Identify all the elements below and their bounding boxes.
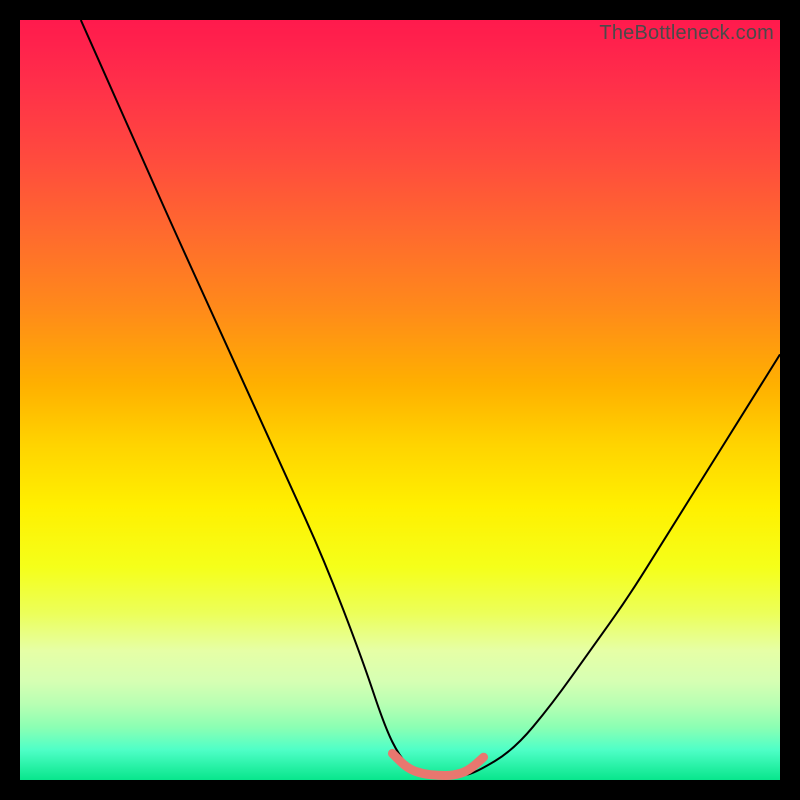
chart-svg bbox=[20, 20, 780, 780]
series-optimal-range-marker bbox=[392, 753, 483, 775]
series-bottleneck-curve bbox=[81, 20, 780, 776]
chart-frame: TheBottleneck.com bbox=[0, 0, 800, 800]
plot-area: TheBottleneck.com bbox=[20, 20, 780, 780]
